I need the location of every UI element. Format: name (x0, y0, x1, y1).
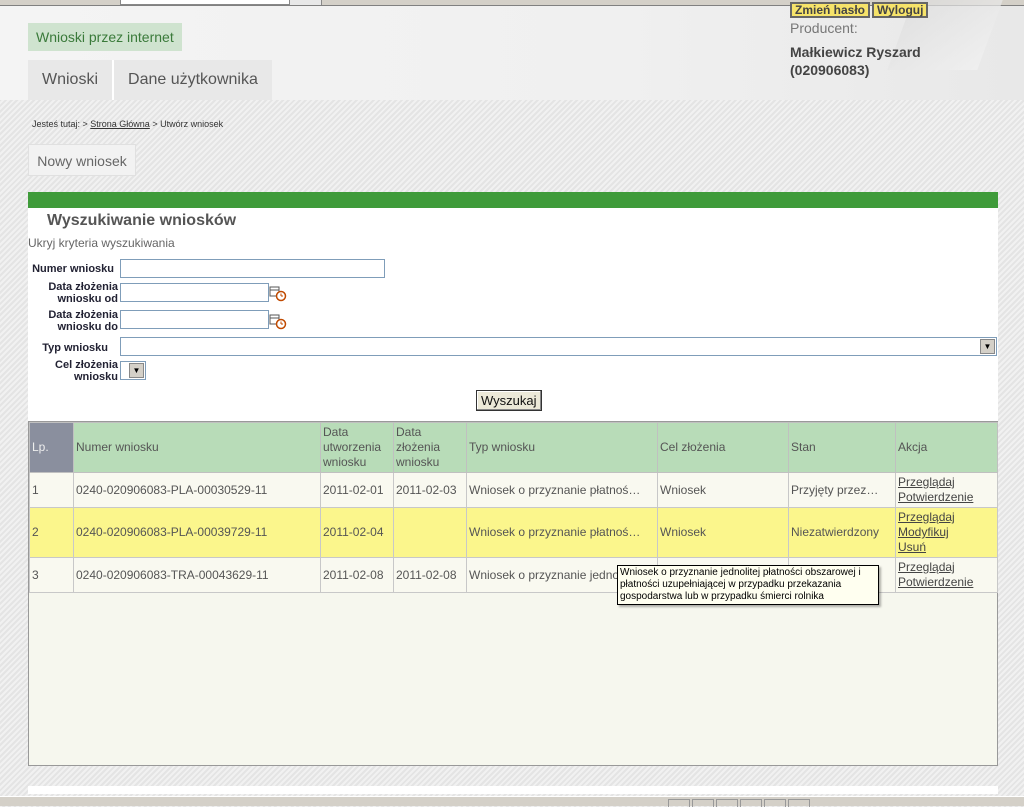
page: Wnioski przez internet Wnioski Dane użyt… (0, 0, 1024, 794)
col-header-lp[interactable]: Lp. (29, 422, 74, 473)
potwierdzenie-link[interactable]: Potwierdzenie (898, 575, 995, 590)
table-header-row: Lp. Numer wniosku Data utworzenia wniosk… (29, 422, 998, 473)
footer-panel (28, 786, 998, 794)
label-numer-wniosku: Numer wniosku (32, 263, 114, 275)
cell-typ: Wniosek o przyznanie płatnoś… (466, 472, 658, 508)
tooltip: Wniosek o przyznanie jednolitej płatnośc… (617, 565, 879, 605)
przegladaj-link[interactable]: Przeglądaj (898, 510, 995, 525)
cell-cel: Wniosek (657, 507, 789, 558)
table-row: 1 0240-020906083-PLA-00030529-11 2011-02… (29, 472, 998, 508)
cell-typ: Wniosek o przyznanie płatnoś… (466, 507, 658, 558)
cell-stan: Przyjęty przez… (788, 472, 896, 508)
cell-numer: 0240-020906083-PLA-00039729-11 (73, 507, 321, 558)
cell-lp: 2 (29, 507, 74, 558)
chevron-down-icon: ▼ (129, 363, 144, 378)
label-data-od: Data złożenia wniosku od (48, 281, 118, 305)
cell-akcja: Przeglądaj Potwierdzenie (895, 472, 998, 508)
main-tabs: Wnioski Dane użytkownika (28, 60, 272, 100)
tab-dane-uzytkownika[interactable]: Dane użytkownika (114, 60, 272, 100)
tab-wnioski[interactable]: Wnioski (28, 60, 115, 100)
col-header-data-utworzenia[interactable]: Data utworzenia wniosku (320, 422, 394, 473)
col-header-numer[interactable]: Numer wniosku (73, 422, 321, 473)
breadcrumb-separator: > (149, 119, 161, 129)
cell-numer: 0240-020906083-TRA-00043629-11 (73, 557, 321, 593)
col-header-akcja: Akcja (895, 422, 998, 473)
label-typ-wniosku: Typ wniosku (42, 342, 108, 354)
cell-data-utworzenia: 2011-02-08 (320, 557, 394, 593)
cell-numer: 0240-020906083-PLA-00030529-11 (73, 472, 321, 508)
potwierdzenie-link[interactable]: Potwierdzenie (898, 490, 995, 505)
new-request-button[interactable]: Nowy wniosek (28, 144, 136, 176)
cell-data-zlozenia: 2011-02-08 (393, 557, 467, 593)
label-data-do: Data złożenia wniosku do (48, 309, 118, 333)
col-header-stan[interactable]: Stan (788, 422, 896, 473)
cell-data-zlozenia: 2011-02-03 (393, 472, 467, 508)
cell-data-utworzenia: 2011-02-04 (320, 507, 394, 558)
producer-info: Małkiewicz Ryszard (020906083) (790, 43, 921, 79)
toggle-criteria-link[interactable]: Ukryj kryteria wyszukiwania (28, 236, 175, 250)
producer-name: Małkiewicz Ryszard (790, 44, 921, 60)
cell-stan: Niezatwierdzony (788, 507, 896, 558)
cell-data-utworzenia: 2011-02-01 (320, 472, 394, 508)
search-panel: Wyszukiwanie wniosków Ukryj kryteria wys… (28, 192, 998, 766)
col-header-cel[interactable]: Cel złożenia (657, 422, 789, 473)
label-cel-zlozenia: Cel złożenia wniosku (55, 359, 118, 383)
col-header-data-zlozenia[interactable]: Data złożenia wniosku (393, 422, 467, 473)
panel-title: Wyszukiwanie wniosków (47, 212, 237, 229)
breadcrumb-home-link[interactable]: Strona Główna (90, 119, 150, 129)
cell-akcja: Przeglądaj Potwierdzenie (895, 557, 998, 593)
data-do-input[interactable] (120, 310, 269, 329)
modyfikuj-link[interactable]: Modyfikuj (898, 525, 995, 540)
cell-lp: 3 (29, 557, 74, 593)
cell-lp: 1 (29, 472, 74, 508)
change-password-button[interactable]: Zmień hasło (790, 2, 871, 18)
data-od-input[interactable] (120, 283, 269, 302)
browser-address-field[interactable] (120, 0, 290, 5)
search-button[interactable]: Wyszukaj (476, 390, 542, 411)
panel-header-bar (28, 192, 998, 208)
producer-label: Producent: (790, 20, 858, 36)
calendar-icon[interactable] (269, 284, 287, 302)
browser-go-button[interactable] (290, 0, 322, 5)
przegladaj-link[interactable]: Przeglądaj (898, 475, 995, 490)
numer-wniosku-input[interactable] (120, 259, 385, 278)
cell-data-zlozenia (393, 507, 467, 558)
logout-button[interactable]: Wyloguj (872, 2, 929, 18)
col-header-typ[interactable]: Typ wniosku (466, 422, 658, 473)
usun-link[interactable]: Usuń (898, 540, 995, 555)
cell-akcja: Przeglądaj Modyfikuj Usuń (895, 507, 998, 558)
cell-cel: Wniosek (657, 472, 789, 508)
producer-id: (020906083) (790, 62, 870, 78)
table-row: 2 0240-020906083-PLA-00039729-11 2011-02… (29, 507, 998, 558)
przegladaj-link[interactable]: Przeglądaj (898, 560, 995, 575)
calendar-icon[interactable] (269, 312, 287, 330)
app-title[interactable]: Wnioski przez internet (28, 23, 182, 51)
breadcrumb-prefix: Jesteś tutaj: > (32, 119, 91, 129)
cel-zlozenia-select[interactable]: ▼ (120, 361, 146, 380)
typ-wniosku-select[interactable]: ▼ (120, 337, 997, 356)
chevron-down-icon: ▼ (980, 339, 995, 354)
browser-status-bar (0, 796, 1024, 807)
breadcrumb-current: Utwórz wniosek (160, 119, 224, 129)
breadcrumb: Jesteś tutaj: > Strona Główna > Utwórz w… (32, 119, 223, 129)
account-buttons: Zmień hasło Wyloguj (790, 2, 929, 18)
